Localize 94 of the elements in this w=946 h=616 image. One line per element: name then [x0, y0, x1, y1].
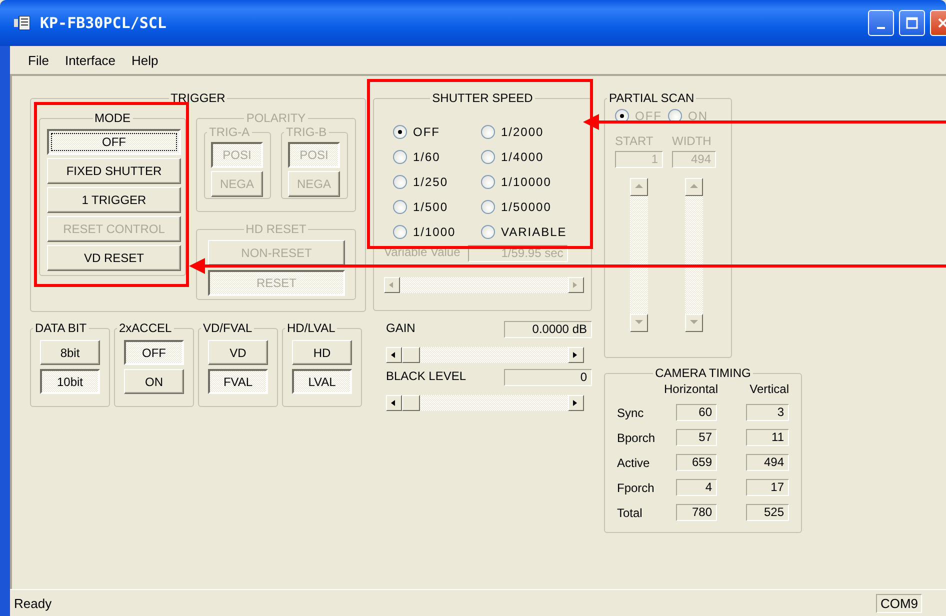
- value-field: 525: [746, 504, 789, 521]
- toggle-button[interactable]: VD RESET: [47, 245, 181, 271]
- menu-item[interactable]: File: [20, 52, 57, 68]
- app-icon: [14, 16, 30, 30]
- radio-option[interactable]: 1/2000: [481, 123, 581, 140]
- scroll-down-button[interactable]: [685, 314, 703, 332]
- radio-option[interactable]: OFF: [393, 123, 481, 140]
- radio-button[interactable]: [481, 174, 495, 188]
- vertical-scrollbar[interactable]: [630, 178, 648, 332]
- row-label: Bporch: [617, 430, 656, 444]
- group-title: MODE: [94, 111, 132, 125]
- row-label: Fporch: [617, 480, 656, 494]
- radio-option[interactable]: 1/1000: [393, 223, 481, 240]
- group-title: PARTIAL SCAN: [608, 91, 696, 105]
- radio-button[interactable]: [393, 124, 407, 138]
- scroll-right-button[interactable]: [568, 347, 584, 363]
- window-title: KP-FB30PCL/SCL: [40, 14, 168, 32]
- radio-button[interactable]: [393, 150, 407, 164]
- scroll-left-button[interactable]: [386, 395, 402, 411]
- value-field[interactable]: 0.0000 dB: [504, 321, 592, 338]
- row-label: Total: [617, 506, 644, 520]
- close-icon: [937, 17, 946, 29]
- scrollbar-thumb[interactable]: [402, 395, 420, 411]
- minimize-icon: [877, 27, 885, 29]
- radio-button[interactable]: [481, 124, 495, 138]
- toggle-button[interactable]: 8bit: [40, 340, 100, 365]
- slider-label: BLACK LEVEL: [386, 369, 468, 385]
- toggle-button[interactable]: ON: [124, 369, 184, 394]
- menu-item[interactable]: Interface: [56, 52, 124, 68]
- status-panel: COM9: [876, 594, 922, 612]
- radio-button[interactable]: [393, 224, 407, 238]
- value-field[interactable]: 0: [504, 369, 592, 386]
- group-title: TRIGGER: [170, 91, 226, 105]
- toggle-button[interactable]: FVAL: [208, 369, 268, 394]
- radio-button[interactable]: [393, 174, 407, 188]
- group-title: HD RESET: [244, 222, 308, 236]
- radio-option[interactable]: 1/4000: [481, 148, 581, 165]
- row-label: Active: [617, 456, 651, 470]
- menu-item[interactable]: Help: [124, 52, 166, 68]
- group-title: TRIG-B: [285, 125, 328, 139]
- toggle-button[interactable]: HD: [292, 340, 352, 365]
- toggle-button[interactable]: 10bit: [40, 369, 100, 394]
- column-header: Horizontal: [664, 382, 718, 396]
- group-title: TRIG-A: [208, 125, 251, 139]
- radio-option[interactable]: 1/500: [393, 198, 481, 215]
- value-field: 11: [746, 429, 789, 446]
- value-field: 17: [746, 479, 789, 496]
- row-label: Sync: [617, 406, 645, 420]
- scroll-up-button[interactable]: [685, 178, 703, 196]
- toggle-button[interactable]: 1 TRIGGER: [47, 187, 181, 213]
- scroll-left-button[interactable]: [386, 347, 402, 363]
- group-title: CAMERA TIMING: [654, 366, 752, 380]
- scroll-up-button[interactable]: [630, 178, 648, 196]
- slider-label: GAIN: [386, 321, 416, 337]
- toggle-button[interactable]: VD: [208, 340, 268, 365]
- vertical-scrollbar[interactable]: [685, 178, 703, 332]
- group-title: DATA BIT: [34, 321, 88, 335]
- scroll-right-button[interactable]: [568, 395, 584, 411]
- group-title: SHUTTER SPEED: [431, 91, 534, 105]
- radio-option[interactable]: VARIABLE: [481, 223, 581, 240]
- horizontal-scrollbar[interactable]: [386, 347, 584, 363]
- value-field: 4: [676, 479, 717, 496]
- scrollbar-thumb[interactable]: [402, 347, 420, 363]
- group-title: POLARITY: [245, 111, 307, 125]
- value-field: 3: [746, 404, 789, 421]
- horizontal-scrollbar[interactable]: [386, 395, 584, 411]
- field-label: WIDTH: [672, 134, 712, 148]
- radio-button[interactable]: [393, 200, 407, 214]
- group-title: 2xACCEL: [118, 321, 173, 335]
- radio-option[interactable]: 1/10000: [481, 173, 581, 190]
- radio-button[interactable]: [481, 200, 495, 214]
- maximize-button[interactable]: [899, 10, 925, 36]
- radio-button[interactable]: [481, 150, 495, 164]
- value-field: 57: [676, 429, 717, 446]
- value-field: 659: [676, 454, 717, 471]
- toggle-button[interactable]: LVAL: [292, 369, 352, 394]
- radio-option[interactable]: 1/60: [393, 148, 481, 165]
- group-title: HD/LVAL: [286, 321, 336, 335]
- radio-button[interactable]: [481, 224, 495, 238]
- toggle-button[interactable]: OFF: [47, 129, 181, 155]
- minimize-button[interactable]: [868, 10, 894, 36]
- maximize-icon: [906, 17, 918, 29]
- value-field: 780: [676, 504, 717, 521]
- value-field: 60: [676, 404, 717, 421]
- radio-option[interactable]: 1/50000: [481, 198, 581, 215]
- column-header: Vertical: [750, 382, 789, 396]
- toggle-button[interactable]: OFF: [124, 340, 184, 365]
- group-title: VD/FVAL: [202, 321, 254, 335]
- field-label: START: [615, 134, 654, 148]
- radio-option[interactable]: 1/250: [393, 173, 481, 190]
- scroll-down-button[interactable]: [630, 314, 648, 332]
- status-text: Ready: [14, 596, 52, 610]
- value-field: 494: [746, 454, 789, 471]
- toggle-button[interactable]: FIXED SHUTTER: [47, 158, 181, 184]
